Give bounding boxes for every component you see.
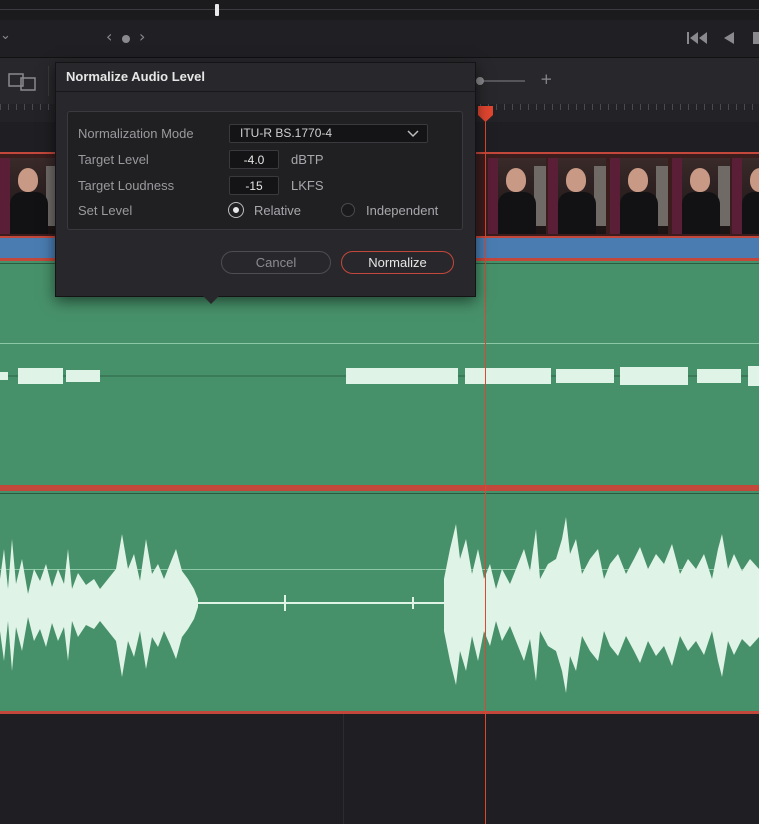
clip-edge [0, 711, 759, 714]
previous-frame-icon[interactable] [722, 31, 736, 45]
normalization-mode-select[interactable]: ITU-R BS.1770-4 [229, 124, 428, 143]
track-divider [343, 714, 344, 824]
viewer-nav-bar: ⌄ ‹ › [0, 20, 759, 58]
stop-icon[interactable] [751, 31, 759, 45]
zoom-slider-handle[interactable] [476, 77, 484, 85]
waveform [0, 517, 759, 693]
video-thumbnail [548, 158, 606, 234]
audio-clip-2[interactable] [0, 488, 759, 714]
cancel-button[interactable]: Cancel [221, 251, 331, 274]
target-level-unit: dBTP [291, 152, 324, 167]
volume-line[interactable] [0, 343, 759, 344]
independent-radio[interactable] [341, 203, 355, 217]
target-level-field[interactable] [229, 150, 279, 169]
target-loudness-field[interactable] [229, 176, 279, 195]
scrub-handle[interactable] [215, 4, 219, 16]
target-level-label: Target Level [78, 152, 149, 167]
independent-radio-label[interactable]: Independent [366, 203, 438, 218]
chevron-right-icon[interactable]: › [139, 27, 145, 46]
skip-to-start-icon[interactable] [686, 31, 710, 45]
playhead-handle[interactable] [478, 106, 493, 122]
toolbar-divider [48, 66, 49, 96]
target-loudness-unit: LKFS [291, 178, 324, 193]
zoom-in-icon[interactable]: + [540, 70, 553, 88]
dialog-title: Normalize Audio Level [66, 69, 205, 84]
chevron-left-icon[interactable]: ‹ [106, 27, 112, 46]
scrub-bar[interactable] [0, 0, 759, 20]
clip-inner-line [0, 493, 759, 494]
video-thumbnail [732, 158, 759, 234]
target-loudness-label: Target Loudness [78, 178, 175, 193]
video-thumbnail [672, 158, 730, 234]
video-thumbnail [610, 158, 668, 234]
playhead-line[interactable] [485, 112, 486, 824]
link-clips-icon[interactable] [8, 70, 38, 92]
dialog-pointer [202, 295, 220, 304]
zoom-slider-track[interactable] [480, 80, 525, 82]
relative-radio[interactable] [229, 203, 243, 217]
scrub-line [0, 9, 759, 10]
waveform [0, 366, 759, 386]
normalize-audio-dialog: Normalize Audio Level Normalization Mode… [55, 62, 476, 297]
video-thumbnail [0, 158, 58, 234]
chevron-down-icon [407, 130, 419, 138]
dot-icon [122, 35, 130, 43]
set-level-label: Set Level [78, 203, 133, 218]
normalization-mode-label: Normalization Mode [78, 126, 194, 141]
dialog-separator [56, 91, 475, 92]
video-thumbnail [488, 158, 546, 234]
chevron-down-icon[interactable]: ⌄ [0, 28, 11, 43]
relative-radio-label[interactable]: Relative [254, 203, 301, 218]
normalization-mode-value: ITU-R BS.1770-4 [240, 126, 333, 140]
normalize-button[interactable]: Normalize [341, 251, 454, 274]
